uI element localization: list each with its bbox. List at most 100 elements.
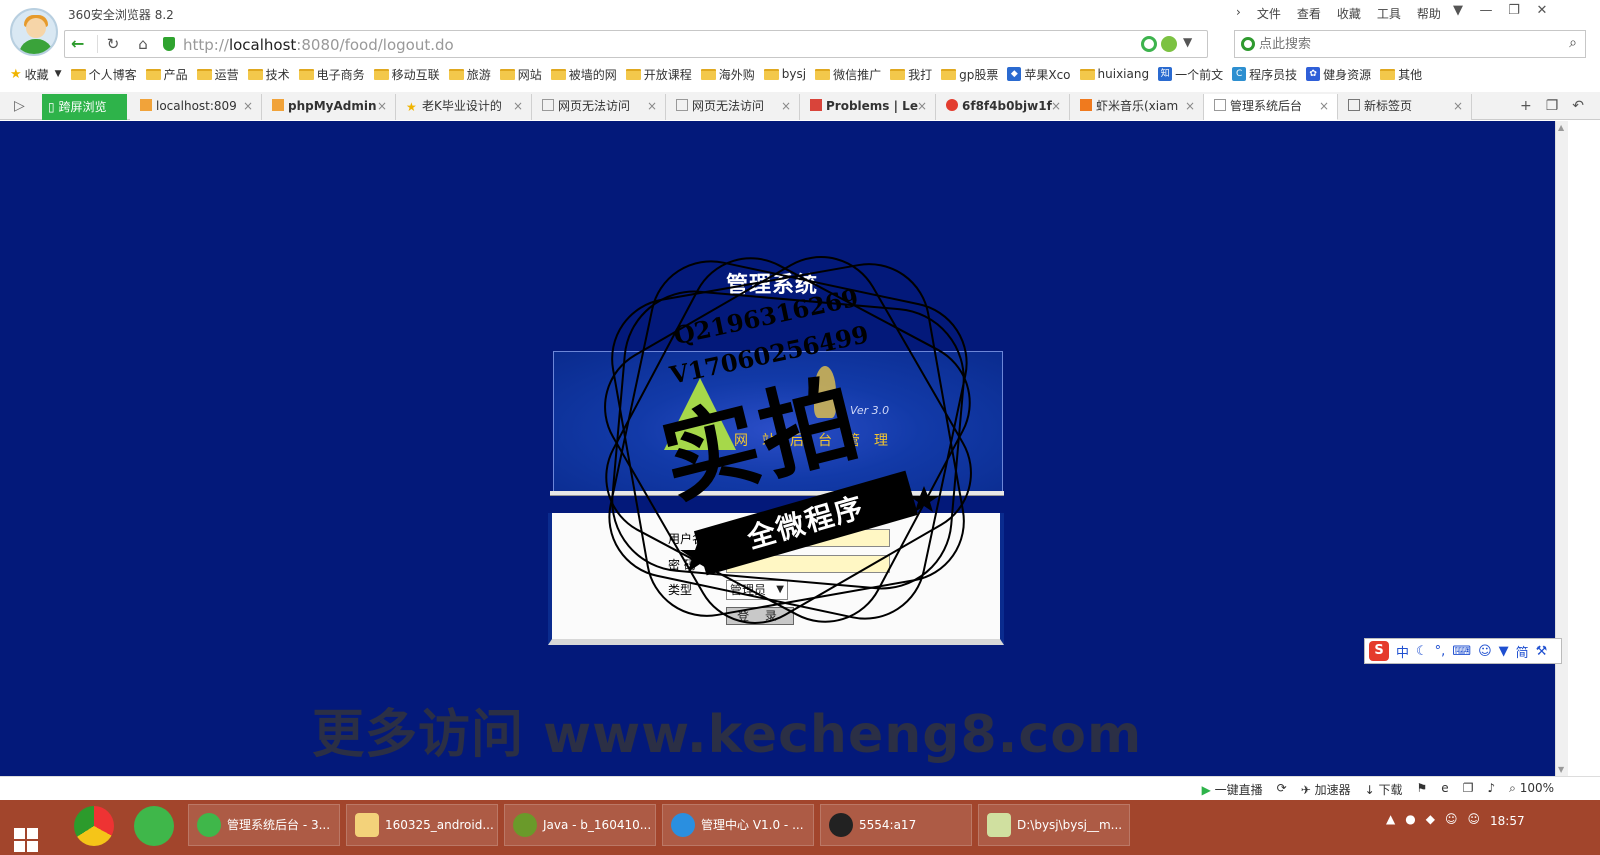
zoom-level[interactable]: ⌕ 100% — [1509, 781, 1554, 798]
tab[interactable]: 6f8f4b0bjw1f × — [936, 94, 1070, 120]
ime-mode-label[interactable]: 中 — [1396, 642, 1409, 661]
tab[interactable]: 虾米音乐(xiam × — [1070, 94, 1204, 120]
close-icon[interactable]: × — [1319, 94, 1329, 118]
tab[interactable]: 网页无法访问 × — [532, 94, 666, 120]
shirt-icon[interactable]: ▼ — [1499, 644, 1509, 659]
search-engine-icon[interactable] — [1241, 37, 1255, 51]
menu-help[interactable]: 帮助 — [1417, 5, 1441, 22]
bookmark-item[interactable]: ✿ 健身资源 — [1306, 66, 1371, 83]
taskbar-item[interactable]: 管理中心 V1.0 - ... — [662, 804, 814, 846]
bookmark-item[interactable]: 海外购 — [700, 66, 755, 83]
refresh-status-icon[interactable]: ⟳ — [1277, 781, 1287, 798]
close-icon[interactable]: × — [781, 94, 791, 118]
close-icon[interactable]: × — [377, 94, 387, 118]
security-shield-icon[interactable] — [163, 37, 175, 51]
menu-favorites[interactable]: 收藏 — [1337, 5, 1361, 22]
speed-icon[interactable] — [1141, 36, 1157, 52]
tab[interactable]: 网页无法访问 × — [666, 94, 800, 120]
restore-tabs-icon[interactable]: ❐ — [1546, 98, 1559, 114]
tab[interactable]: 新标签页 × — [1338, 94, 1472, 120]
url-dropdown-icon[interactable]: ▼ — [1183, 35, 1192, 49]
skin-icon[interactable]: ▼ — [1444, 2, 1472, 22]
tab[interactable]: localhost:809 × — [130, 94, 262, 120]
browser-360-icon[interactable] — [134, 806, 174, 846]
accelerator-button[interactable]: ✈ 加速器 — [1301, 781, 1351, 798]
tab[interactable]: ★ 老K毕业设计的 × — [396, 94, 532, 120]
flag-icon[interactable]: ⚑ — [1417, 781, 1428, 798]
bookmark-item[interactable]: ◆ 苹果Xco — [1007, 66, 1071, 83]
vertical-scrollbar[interactable]: ▲ ▼ — [1555, 121, 1568, 776]
bookmark-item[interactable]: 知一个前文 — [1158, 66, 1223, 83]
refresh-icon[interactable]: ↻ — [101, 33, 125, 55]
scroll-up-icon[interactable]: ▲ — [1558, 123, 1564, 132]
bookmark-item[interactable]: 微信推广 — [815, 66, 881, 83]
bookmark-item[interactable]: 移动互联 — [373, 66, 440, 83]
bookmark-item[interactable]: huixiang — [1079, 67, 1149, 81]
punctuation-icon[interactable]: °, — [1435, 644, 1446, 659]
window-icon[interactable]: ❐ — [1463, 781, 1474, 798]
address-bar[interactable]: ← ↻ ⌂ http://localhost:8080/food/logout.… — [64, 30, 1208, 58]
search-input[interactable] — [1259, 35, 1539, 53]
undo-close-icon[interactable]: ↶ — [1572, 98, 1584, 114]
bookmark-item[interactable]: 产品 — [145, 66, 188, 83]
close-icon[interactable]: × — [243, 94, 253, 118]
menu-view[interactable]: 查看 — [1297, 5, 1321, 22]
bookmark-item[interactable]: C 程序员技 — [1232, 66, 1297, 83]
minimize-button[interactable]: — — [1472, 2, 1500, 22]
scroll-down-icon[interactable]: ▼ — [1558, 765, 1564, 774]
tray-arrow-icon[interactable]: ▲ — [1386, 812, 1395, 826]
keyboard-icon[interactable]: ⌨ — [1452, 644, 1471, 659]
bookmark-favorites[interactable]: ★ 收藏 ▼ — [10, 66, 62, 83]
tray-network-icon[interactable]: ◆ — [1426, 812, 1435, 826]
type-select[interactable]: 管理员 ▼ — [726, 580, 788, 600]
taskbar-item[interactable]: D:\bysj\bysj__m... — [978, 804, 1130, 846]
bookmark-item[interactable]: 电子商务 — [298, 66, 365, 83]
close-icon[interactable]: × — [513, 94, 523, 118]
live-button[interactable]: ▶ 一键直播 — [1202, 781, 1263, 798]
tab[interactable]: phpMyAdmin × — [262, 94, 396, 120]
tab-active[interactable]: 管理系统后台 × — [1204, 94, 1338, 120]
bookmark-item[interactable]: 其他 — [1380, 66, 1422, 83]
chevron-right-icon[interactable]: › — [1236, 5, 1241, 22]
chrome-icon[interactable] — [74, 806, 114, 846]
sogou-icon[interactable]: S — [1369, 641, 1389, 661]
menu-file[interactable]: 文件 — [1257, 5, 1281, 22]
bookmark-item[interactable]: 技术 — [247, 66, 290, 83]
start-windows-icon[interactable] — [14, 828, 40, 854]
close-button[interactable]: ✕ — [1528, 2, 1556, 22]
bookmark-item[interactable]: 网站 — [499, 66, 542, 83]
home-icon[interactable]: ⌂ — [131, 33, 155, 55]
ime-simplified-label[interactable]: 简 — [1516, 642, 1529, 661]
url-text[interactable]: http://localhost:8080/food/logout.do — [183, 36, 454, 54]
bookmark-item[interactable]: 运营 — [196, 66, 239, 83]
bookmark-item[interactable]: gp股票 — [941, 66, 998, 83]
bookmark-item[interactable]: 个人博客 — [70, 66, 137, 83]
sidebar-toggle-icon[interactable]: ▷ — [14, 98, 25, 114]
login-button[interactable]: 登 录 — [726, 607, 794, 625]
search-box[interactable]: ⌕ — [1234, 30, 1586, 58]
tray-qq-icon[interactable]: ☺ — [1445, 812, 1458, 826]
tab[interactable]: Problems | Le × — [800, 94, 936, 120]
taskbar-item[interactable]: 5554:a17 — [820, 804, 972, 846]
bookmark-item[interactable]: 开放课程 — [625, 66, 692, 83]
close-icon[interactable]: × — [1185, 94, 1195, 118]
close-icon[interactable]: × — [1453, 94, 1463, 118]
moon-icon[interactable]: ☾ — [1416, 644, 1428, 659]
taskbar-item[interactable]: 管理系统后台 - 3... — [188, 804, 340, 846]
wrench-icon[interactable]: ⚒ — [1536, 644, 1548, 659]
leaf-icon[interactable] — [1161, 36, 1177, 52]
bookmark-item[interactable]: 我打 — [890, 66, 932, 83]
back-arrow-icon[interactable]: ← — [71, 34, 84, 53]
volume-icon[interactable]: ♪ — [1487, 781, 1495, 798]
menu-tools[interactable]: 工具 — [1377, 5, 1401, 22]
taskbar-item[interactable]: Java - b_160410... — [504, 804, 656, 846]
bookmark-item[interactable]: bysj — [763, 67, 806, 81]
close-icon[interactable]: × — [1051, 94, 1061, 118]
taskbar-item[interactable]: 160325_android... — [346, 804, 498, 846]
bookmark-item[interactable]: 被墙的网 — [550, 66, 617, 83]
maximize-button[interactable]: ❐ — [1500, 2, 1528, 22]
new-tab-icon[interactable]: + — [1520, 98, 1532, 114]
download-button[interactable]: ↓ 下载 — [1365, 781, 1403, 798]
tray-qq-icon[interactable]: ☺ — [1467, 812, 1480, 826]
user-icon[interactable]: ☺ — [1478, 644, 1492, 659]
